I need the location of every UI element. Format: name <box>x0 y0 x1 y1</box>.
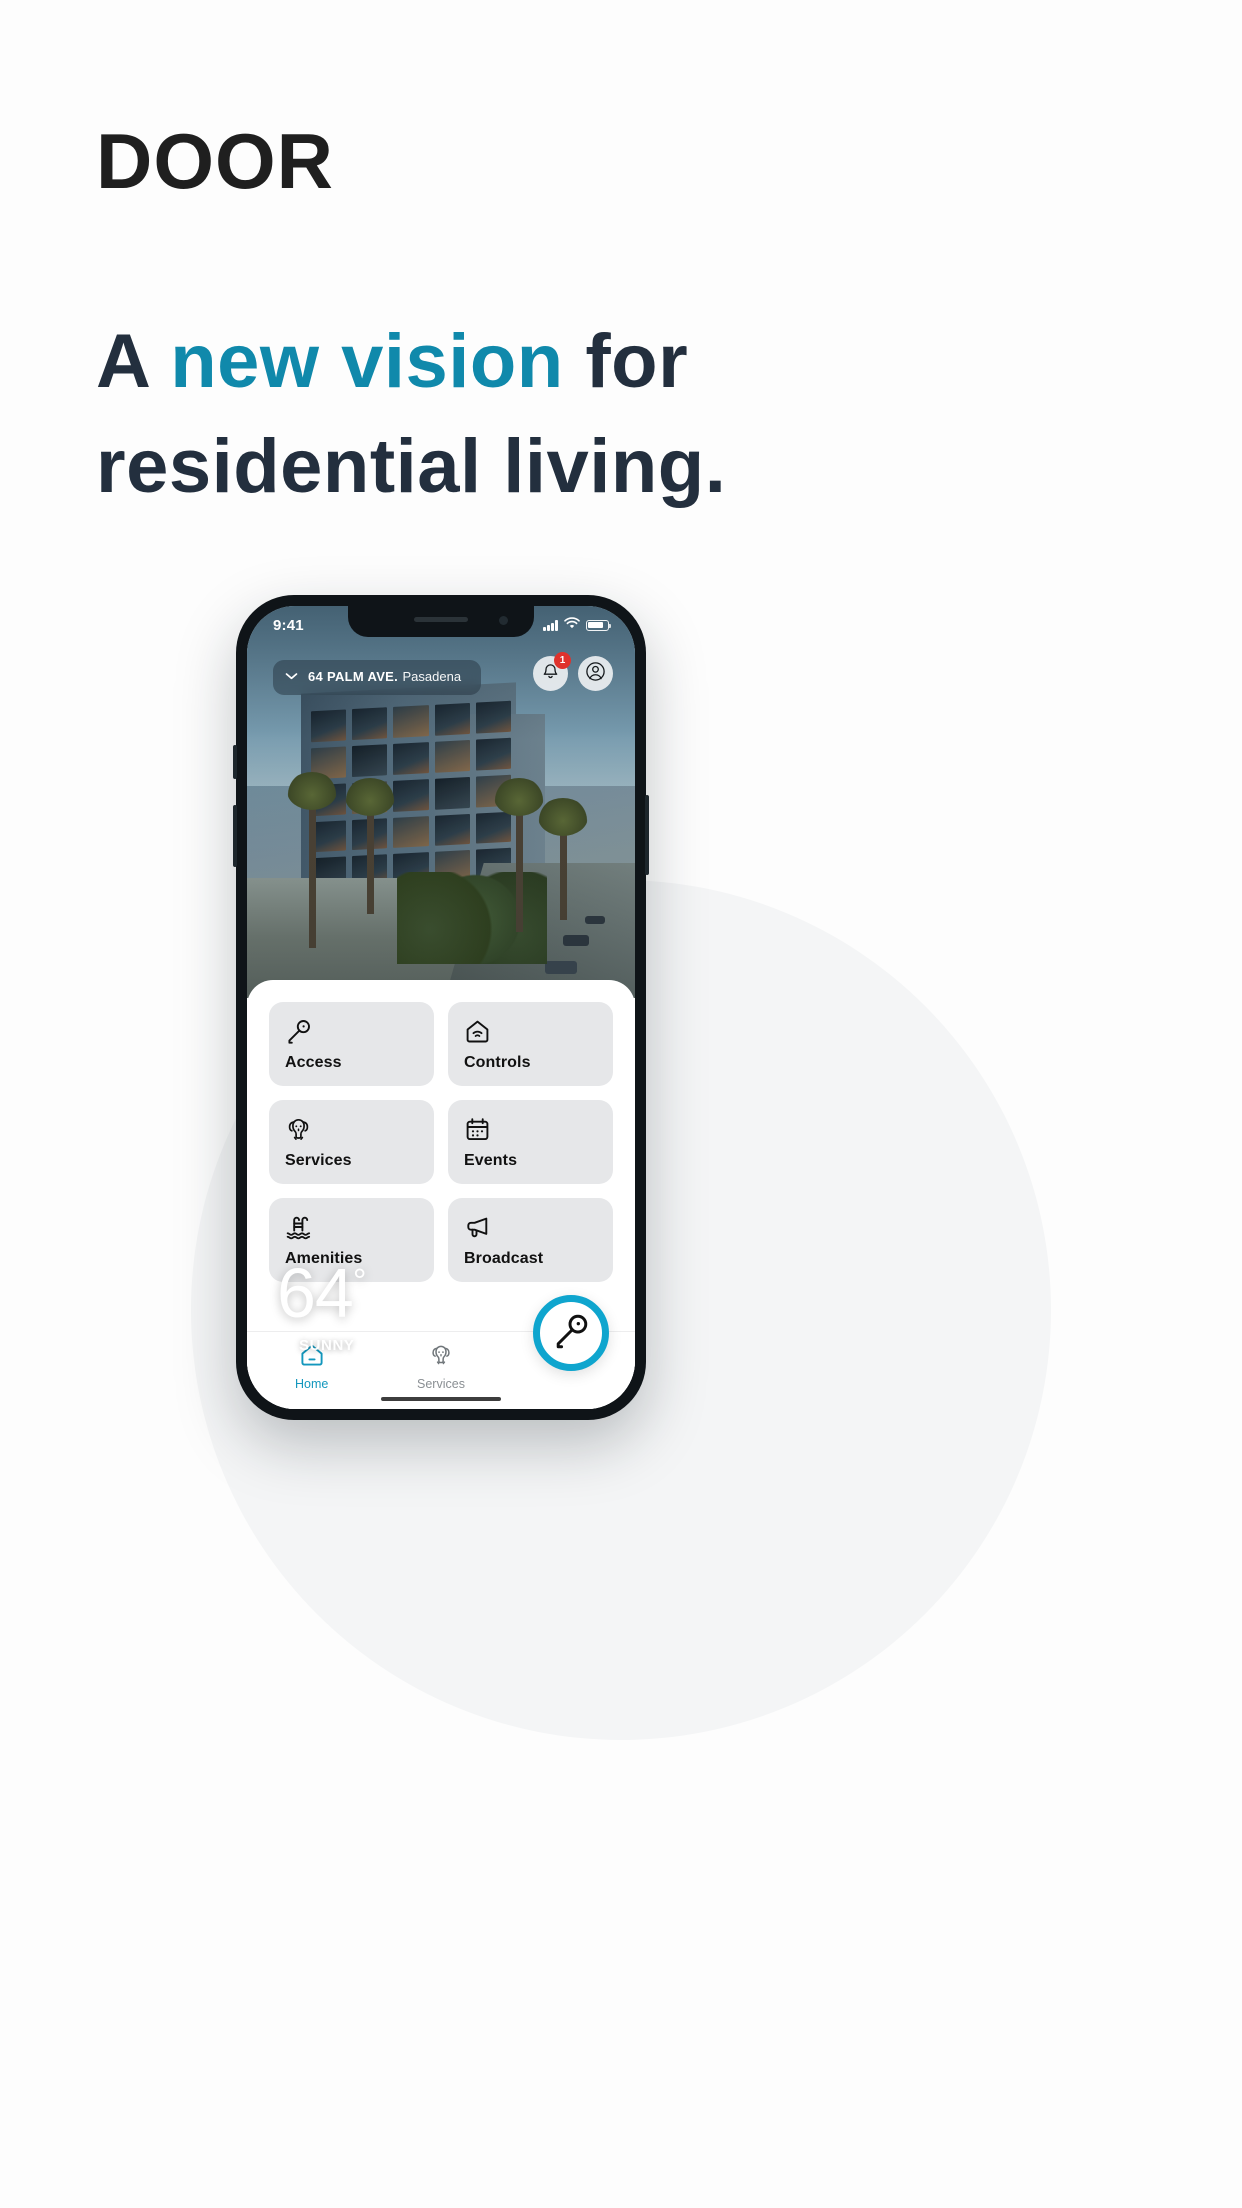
tile-events[interactable]: Events <box>448 1100 613 1184</box>
weather-temperature: 64° <box>277 1258 367 1328</box>
sun-icon <box>277 1336 292 1355</box>
megaphone-icon <box>464 1212 597 1242</box>
wifi-icon <box>564 616 580 634</box>
phone-screen: 9:41 64 PALM AVE. Pasadena 1 64° SUNNY A… <box>247 606 635 1409</box>
notch-camera <box>499 616 508 625</box>
headline-part-2: for <box>563 319 689 404</box>
tile-services[interactable]: Services <box>269 1100 434 1184</box>
tile-label: Events <box>464 1152 518 1169</box>
tab-label: Services <box>417 1377 465 1391</box>
tab-label: Home <box>294 1377 329 1391</box>
home-indicator <box>381 1397 501 1401</box>
notifications-badge: 1 <box>554 652 571 669</box>
header-actions: 1 <box>533 652 613 691</box>
profile-button[interactable] <box>578 656 613 691</box>
chevron-down-icon <box>285 668 298 686</box>
user-circle-icon <box>585 661 606 687</box>
weather-condition-label: SUNNY <box>299 1337 355 1354</box>
signal-bars-icon <box>543 619 558 631</box>
tile-label: Controls <box>464 1054 531 1071</box>
tile-label: Broadcast <box>464 1250 544 1267</box>
tile-broadcast[interactable]: Broadcast <box>448 1198 613 1282</box>
notifications-button[interactable]: 1 <box>533 652 571 691</box>
key-icon <box>552 1312 590 1355</box>
weather-widget: 64° SUNNY <box>277 1258 367 1356</box>
phone-mockup-stage: 9:41 64 PALM AVE. Pasadena 1 64° SUNNY A… <box>0 580 1242 1740</box>
tile-controls[interactable]: Controls <box>448 1002 613 1086</box>
key-icon <box>285 1016 418 1046</box>
dog-icon <box>428 1343 454 1372</box>
home-wifi-icon <box>464 1016 597 1046</box>
temperature-value: 64 <box>277 1253 354 1332</box>
notch-speaker <box>414 617 468 622</box>
address-selector[interactable]: 64 PALM AVE. Pasadena <box>273 660 482 695</box>
dog-icon <box>285 1114 418 1144</box>
tile-label: Access <box>285 1054 342 1071</box>
battery-icon <box>586 619 612 631</box>
address-line-2: Pasadena <box>402 669 462 684</box>
weather-condition: SUNNY <box>277 1336 365 1355</box>
page-headline: A new vision for residential living. <box>96 310 1156 520</box>
phone-device-frame: 9:41 64 PALM AVE. Pasadena 1 64° SUNNY A… <box>233 595 649 1420</box>
address-line-1: 64 PALM AVE. <box>308 669 399 684</box>
brand-logo: DOOR <box>96 117 334 205</box>
tile-access[interactable]: Access <box>269 1002 434 1086</box>
degree-symbol: ° <box>352 1262 367 1301</box>
address-text: 64 PALM AVE. Pasadena <box>308 668 461 686</box>
calendar-icon <box>464 1114 597 1144</box>
quick-actions-grid: Access Controls Services Events Amenitie… <box>269 1002 613 1282</box>
pool-ladder-icon <box>285 1212 418 1242</box>
phone-notch <box>348 606 534 637</box>
tile-label: Services <box>285 1152 352 1169</box>
unlock-fab-button[interactable] <box>533 1295 609 1371</box>
headline-accent: new vision <box>170 319 564 404</box>
tab-services[interactable]: Services <box>376 1343 505 1391</box>
phone-power-button <box>645 795 649 875</box>
status-bar-clock: 9:41 <box>273 616 304 634</box>
headline-line-2: residential living. <box>96 423 727 509</box>
status-bar-icons <box>543 616 612 634</box>
headline-part-1: A <box>96 319 171 404</box>
